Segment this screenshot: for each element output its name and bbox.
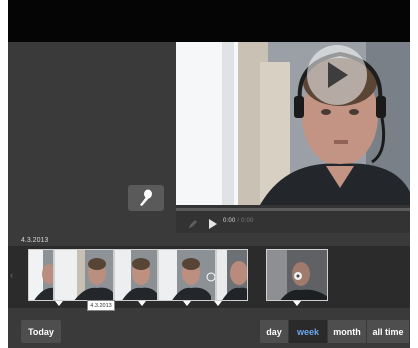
video-preview[interactable] <box>176 42 410 205</box>
range-day-button[interactable]: day <box>260 320 289 343</box>
timeline-marker <box>138 301 146 306</box>
microphone-icon <box>140 189 152 206</box>
timeline-marker <box>214 301 222 306</box>
total-time: 0:00 <box>241 218 254 224</box>
thumbnail-image <box>115 250 157 300</box>
range-selector: day week month all time <box>260 320 409 343</box>
play-overlay-button[interactable] <box>307 45 367 105</box>
scroll-left-arrow[interactable]: ‹ <box>10 268 16 284</box>
play-icon <box>328 62 348 88</box>
video-diary-app: 0:00 / 0:00 4.3.2013 ‹ 4.3.2013 Today da… <box>8 0 410 348</box>
today-button[interactable]: Today <box>21 320 61 343</box>
thumbnail-image <box>29 250 53 300</box>
timeline-marker <box>55 301 63 306</box>
timeline-tooltip: 4.3.2013 <box>87 300 115 311</box>
timeline-thumbnail[interactable] <box>114 249 158 301</box>
progress-bar[interactable] <box>176 208 410 211</box>
thumbnail-image <box>55 250 113 300</box>
timeline-thumbnail[interactable] <box>28 249 54 301</box>
timeline-marker <box>183 301 191 306</box>
bottom-bar: Today day week month all time <box>8 312 410 348</box>
thumbnail-image <box>159 250 215 300</box>
play-control-icon[interactable] <box>209 219 217 229</box>
timeline-thumbnail[interactable] <box>158 249 216 301</box>
range-month-button[interactable]: month <box>328 320 367 343</box>
thumbnail-image <box>267 250 327 300</box>
player-controls: 0:00 / 0:00 <box>176 205 410 233</box>
video-frame-image <box>176 42 410 205</box>
current-time: 0:00 <box>223 218 236 224</box>
timeline-thumbnail[interactable] <box>54 249 114 301</box>
thumbnail-image <box>217 250 247 300</box>
timeline-date-label: 4.3.2013 <box>21 237 49 244</box>
top-bar <box>8 0 410 42</box>
pencil-icon[interactable] <box>188 219 198 229</box>
range-all-time-button[interactable]: all time <box>367 320 409 343</box>
timeline-marker <box>293 301 301 306</box>
microphone-button[interactable] <box>128 185 164 211</box>
time-display: 0:00 / 0:00 <box>223 218 254 224</box>
range-week-button[interactable]: week <box>289 320 328 343</box>
timeline-thumbnail[interactable] <box>216 249 248 301</box>
timeline-thumbnail[interactable] <box>266 249 328 301</box>
timeline-strip[interactable]: ‹ <box>8 246 410 308</box>
